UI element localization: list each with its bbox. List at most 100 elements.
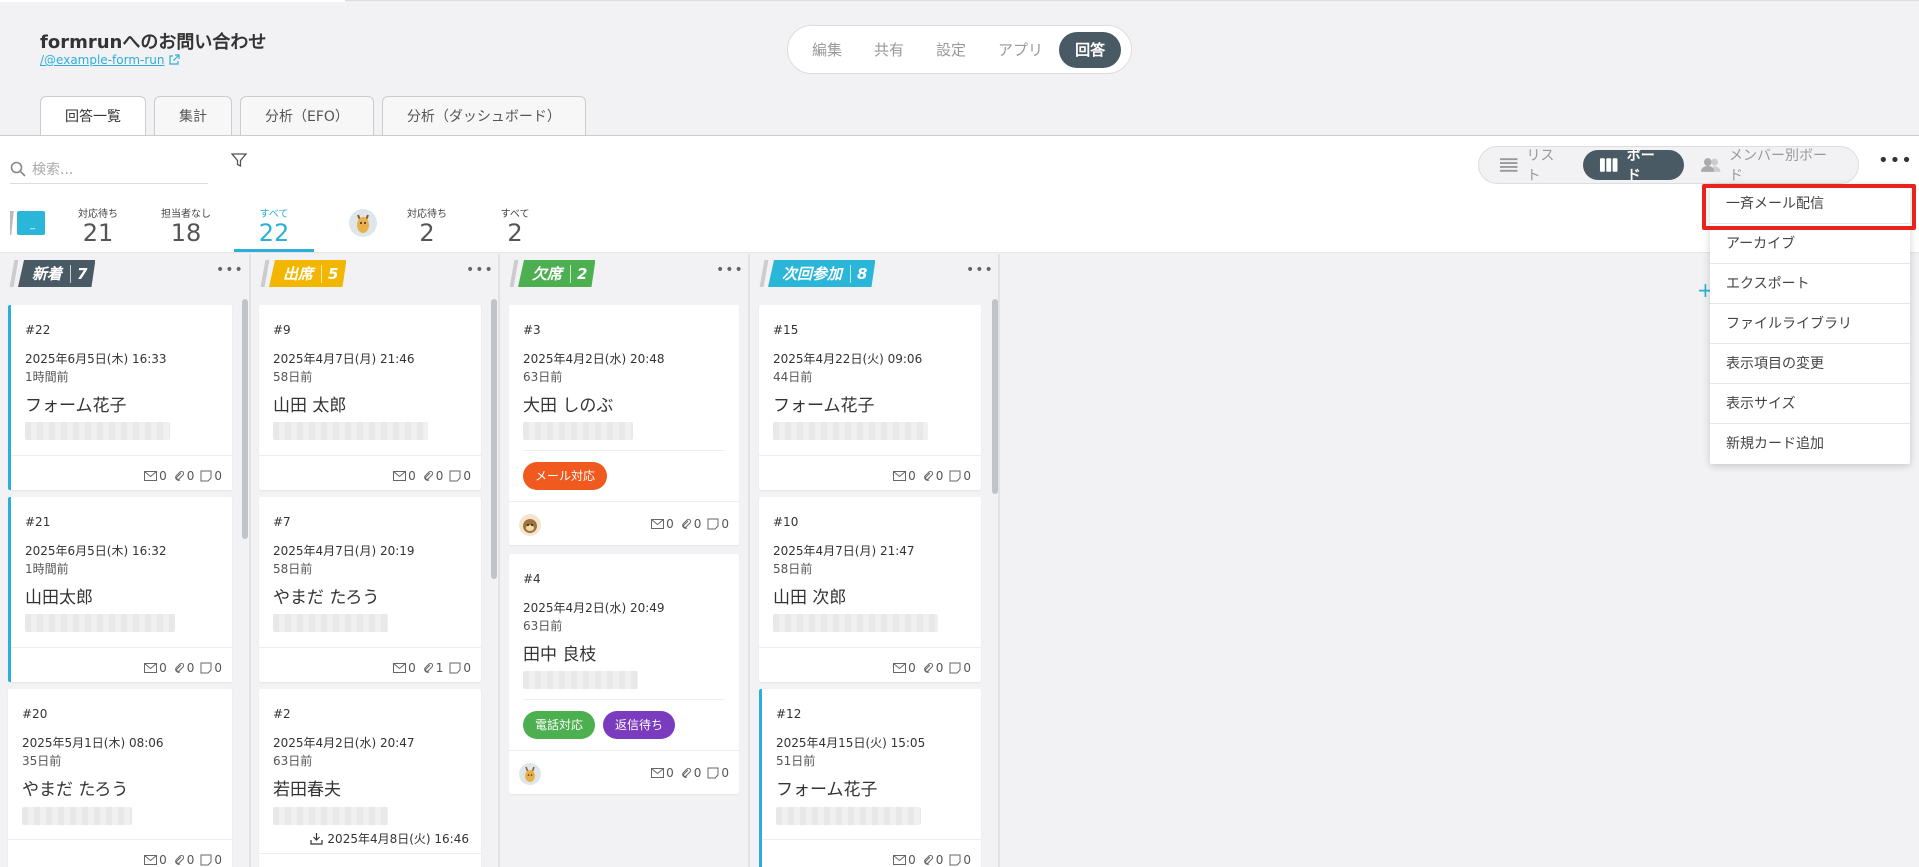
nav-edit[interactable]: 編集 [796,32,858,68]
note-count-value: 0 [721,517,729,531]
view-board-button[interactable]: ボード [1583,148,1684,184]
card-name: 田中 良枝 [523,645,597,665]
stat-team-waiting[interactable]: 対応待ち 21 [58,205,138,246]
redacted-field [22,807,132,825]
response-card[interactable]: #15 2025年4月22日(火) 09:06 44日前 フォーム花子 0 0 … [759,305,981,490]
search-placeholder[interactable]: 検索... [32,159,73,179]
tag-awaiting-reply[interactable]: 返信待ち [603,711,676,739]
response-card[interactable]: #21 2025年6月5日(木) 16:32 1時間前 山田太郎 0 0 0 [8,497,232,682]
card-name: 若田春夫 [273,780,341,800]
column-more-button[interactable]: ••• [716,262,744,278]
mail-count-value: 0 [408,661,416,675]
mail-icon [144,855,158,865]
response-card[interactable]: #2 2025年4月2日(水) 20:47 63日前 若田春夫 2025年4月8… [259,689,481,867]
menu-item-display-size[interactable]: 表示サイズ [1710,384,1910,424]
note-count: 0 [200,661,222,675]
tab-response-list[interactable]: 回答一覧 [40,96,146,137]
card-divider [259,853,481,854]
attachment-count: 0 [173,853,194,867]
assignee-avatar-icon[interactable] [519,514,541,536]
mail-count: 0 [144,853,167,867]
form-url-text[interactable]: /@example-form-run [40,53,164,67]
form-url-link[interactable]: /@example-form-run [40,53,181,67]
user-avatar-icon[interactable] [349,209,377,237]
response-card[interactable]: #9 2025年4月7日(月) 21:46 58日前 山田 太郎 0 0 0 [259,305,481,490]
stat-me-waiting[interactable]: 対応待ち 2 [387,205,467,246]
card-date: 2025年4月7日(月) 21:46 [273,352,415,366]
mail-icon [144,471,158,481]
column-header[interactable]: 出席 5 [260,260,346,287]
label-stripe [260,260,270,287]
tab-summary[interactable]: 集計 [154,96,232,136]
response-card[interactable]: #22 2025年6月5日(木) 16:33 1時間前 フォーム花子 0 0 0 [8,305,232,490]
card-ago: 35日前 [22,754,62,768]
column-title: 欠席 [532,265,563,283]
nav-settings[interactable]: 設定 [920,32,982,68]
nav-share[interactable]: 共有 [858,32,920,68]
view-switcher: リスト ボード メンバー別ボード [1478,146,1859,184]
column-header[interactable]: 次回参加 8 [759,260,875,287]
card-name: やまだ たろう [273,588,380,608]
stat-label: 対応待ち [78,209,118,220]
menu-item-archive[interactable]: アーカイブ [1710,224,1910,264]
mail-count-value: 0 [908,853,916,867]
assignee-avatar-icon[interactable] [519,763,541,785]
response-card[interactable]: #7 2025年4月7日(月) 20:19 58日前 やまだ たろう 0 1 0 [259,497,481,682]
response-card[interactable]: #3 2025年4月2日(水) 20:48 63日前 大田 しのぶ メール対応 … [509,305,739,545]
card-footer: 0 0 0 [144,853,222,867]
nav-apps[interactable]: アプリ [982,32,1059,68]
team-icon[interactable]: _ [7,209,46,237]
search-box[interactable]: 検索... [10,154,208,184]
mail-count-value: 0 [159,853,167,867]
card-name: 山田 次郎 [773,588,847,608]
mail-count: 0 [651,517,674,531]
view-member-board-button[interactable]: メンバー別ボード [1684,148,1854,184]
stat-team-all[interactable]: すべて 22 [234,205,314,246]
tag-phone-handling[interactable]: 電話対応 [523,711,596,739]
menu-item-export[interactable]: エクスポート [1710,264,1910,304]
column-header[interactable]: 欠席 2 [509,260,595,287]
attachment-count-value: 0 [186,469,195,483]
view-member-board-label: メンバー別ボード [1728,148,1827,184]
tab-analysis-dashboard[interactable]: 分析（ダッシュボード） [381,96,586,136]
more-menu-button[interactable]: ••• [1878,150,1913,171]
card-divider [509,501,739,502]
card-date: 2025年6月5日(木) 16:32 [25,544,167,558]
stat-count: 21 [82,219,114,247]
response-card[interactable]: #10 2025年4月7日(月) 21:47 58日前 山田 次郎 0 0 0 [759,497,981,682]
column-more-button[interactable]: ••• [966,262,994,278]
tab-analysis-efo[interactable]: 分析（EFO） [240,96,374,136]
mail-icon [144,663,158,673]
attachment-count-value: 0 [935,853,944,867]
response-card[interactable]: #4 2025年4月2日(水) 20:49 63日前 田中 良枝 電話対応 返信… [509,554,739,794]
label-stripe [9,260,19,287]
menu-item-file-library[interactable]: ファイルライブラリ [1710,304,1910,344]
nav-responses[interactable]: 回答 [1059,31,1122,68]
search-icon [10,161,26,177]
filter-icon[interactable] [231,152,247,168]
menu-item-add-card[interactable]: 新規カード追加 [1710,424,1910,464]
stat-me-all[interactable]: すべて 2 [475,205,555,246]
stat-team-unassigned[interactable]: 担当者なし 18 [146,205,226,246]
menu-item-display-fields[interactable]: 表示項目の変更 [1710,344,1910,384]
column-absent: 欠席 2 ••• #3 2025年4月2日(水) 20:48 63日前 大田 し… [500,254,743,867]
tag-mail-handling[interactable]: メール対応 [523,462,608,490]
column-more-button[interactable]: ••• [216,262,244,278]
note-count: 0 [707,766,729,780]
note-count-value: 0 [214,469,222,483]
column-scrollbar[interactable] [491,299,497,579]
card-ago: 58日前 [773,562,813,576]
view-list-button[interactable]: リスト [1483,148,1583,184]
card-id: #2 [273,707,291,721]
card-name: 山田太郎 [25,588,93,608]
column-header[interactable]: 新着 7 [9,260,95,287]
note-count-value: 0 [963,469,971,483]
redacted-field [273,614,388,632]
mail-icon [893,471,907,481]
response-card[interactable]: #12 2025年4月15日(火) 15:05 51日前 フォーム花子 0 0 … [759,689,981,867]
column-more-button[interactable]: ••• [466,262,494,278]
response-card[interactable]: #20 2025年5月1日(木) 08:06 35日前 やまだ たろう 0 0 … [8,689,232,867]
column-scrollbar[interactable] [242,299,248,539]
column-label: 欠席 2 [518,260,595,287]
note-count: 0 [200,853,222,867]
